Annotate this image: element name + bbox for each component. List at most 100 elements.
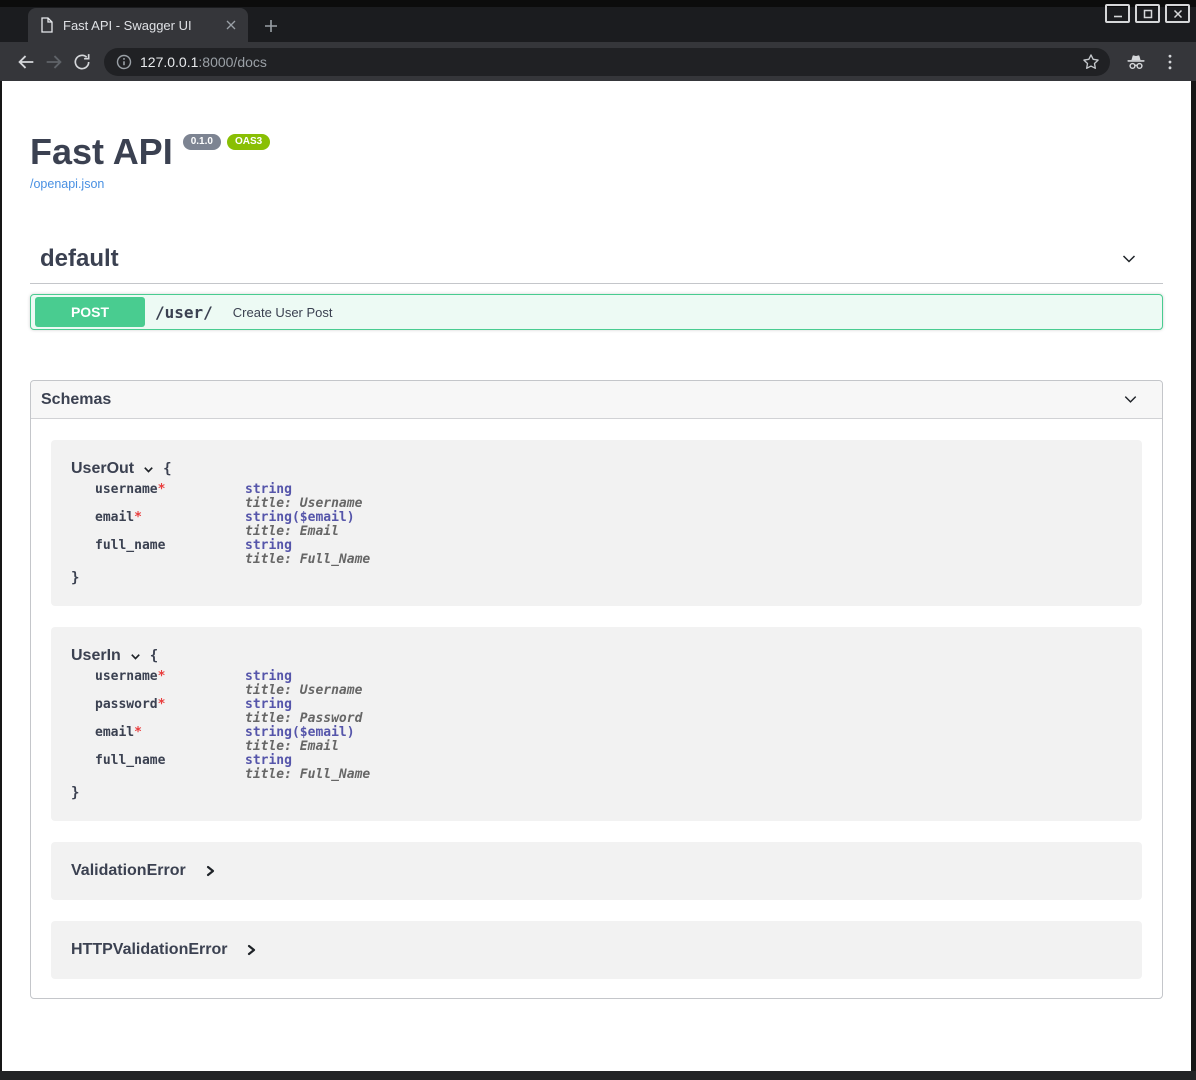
url-path: :8000/docs bbox=[198, 54, 267, 70]
model-httpvalidationerror[interactable]: HTTPValidationError bbox=[51, 921, 1142, 979]
property-row: full_name string title: Full_Name bbox=[95, 754, 1122, 782]
bookmark-star-button[interactable] bbox=[1078, 49, 1104, 75]
brace-close: } bbox=[71, 570, 1122, 586]
property-title: title: Full_Name bbox=[245, 553, 370, 567]
property-name: password* bbox=[95, 698, 245, 726]
reload-button[interactable] bbox=[68, 48, 96, 76]
property-title: title: Password bbox=[245, 712, 362, 726]
property-name: username* bbox=[95, 670, 245, 698]
tab-strip: Fast API - Swagger UI bbox=[0, 0, 1196, 42]
property-title: title: Full_Name bbox=[245, 768, 370, 782]
url-host: 127.0.0.1 bbox=[140, 54, 198, 70]
property-info: string title: Username bbox=[245, 670, 362, 698]
maximize-icon bbox=[1142, 8, 1154, 20]
model-title: ValidationError bbox=[71, 862, 186, 880]
property-type: string bbox=[245, 698, 362, 712]
property-row: username* string title: Username bbox=[95, 483, 1122, 511]
openapi-spec-link[interactable]: /openapi.json bbox=[30, 177, 104, 191]
page-document-icon bbox=[40, 17, 54, 33]
operation-path: /user/ bbox=[155, 303, 213, 322]
property-name: email* bbox=[95, 511, 245, 539]
http-method-badge: POST bbox=[35, 297, 145, 327]
property-row: email* string($email) title: Email bbox=[95, 726, 1122, 754]
schemas-title: Schemas bbox=[41, 391, 111, 409]
property-type: string bbox=[245, 754, 370, 768]
property-name: username* bbox=[95, 483, 245, 511]
property-title: title: Email bbox=[245, 740, 355, 754]
incognito-badge bbox=[1122, 48, 1150, 76]
toolbar-right-icons bbox=[1122, 48, 1184, 76]
chevron-right-icon bbox=[204, 865, 216, 877]
forward-button[interactable] bbox=[40, 48, 68, 76]
property-type: string($email) bbox=[245, 511, 355, 525]
property-info: string($email) title: Email bbox=[245, 726, 355, 754]
api-title: Fast API bbox=[30, 131, 173, 173]
model-userout: UserOut { username* string ti bbox=[51, 440, 1142, 606]
required-star: * bbox=[158, 669, 166, 684]
browser-window: Fast API - Swagger UI bbox=[0, 0, 1196, 1080]
model-validationerror[interactable]: ValidationError bbox=[51, 842, 1142, 900]
address-bar[interactable]: 127.0.0.1:8000/docs bbox=[104, 48, 1110, 76]
site-info-icon bbox=[116, 54, 132, 70]
browser-toolbar: 127.0.0.1:8000/docs bbox=[0, 42, 1196, 81]
property-info: string title: Full_Name bbox=[245, 539, 370, 567]
incognito-icon bbox=[1125, 51, 1147, 73]
operation-summary: Create User Post bbox=[233, 305, 333, 320]
oas-badge: OAS3 bbox=[227, 134, 270, 150]
brace-open: { bbox=[163, 461, 171, 477]
browser-menu-button[interactable] bbox=[1156, 48, 1184, 76]
browser-tab[interactable]: Fast API - Swagger UI bbox=[28, 8, 248, 42]
api-info: Fast API 0.1.0 OAS3 /openapi.json bbox=[30, 131, 1163, 193]
property-type: string bbox=[245, 670, 362, 684]
close-icon bbox=[226, 20, 236, 30]
property-type: string bbox=[245, 483, 362, 497]
reload-icon bbox=[72, 52, 92, 72]
url-text: 127.0.0.1:8000/docs bbox=[140, 54, 267, 70]
property-title: title: Username bbox=[245, 684, 362, 698]
model-toggle[interactable]: UserIn { bbox=[71, 647, 1122, 665]
tab-close-button[interactable] bbox=[222, 16, 240, 34]
property-row: username* string title: Username bbox=[95, 670, 1122, 698]
window-controls bbox=[1105, 4, 1190, 23]
minimize-button[interactable] bbox=[1105, 4, 1130, 23]
chevron-down-icon bbox=[142, 463, 155, 476]
new-tab-button[interactable] bbox=[260, 15, 282, 37]
star-icon bbox=[1081, 52, 1101, 72]
property-row: email* string($email) title: Email bbox=[95, 511, 1122, 539]
required-star: * bbox=[134, 510, 142, 525]
property-type: string bbox=[245, 539, 370, 553]
required-star: * bbox=[158, 697, 166, 712]
back-arrow-icon bbox=[15, 51, 37, 73]
model-userin: UserIn { username* string tit bbox=[51, 627, 1142, 821]
plus-icon bbox=[264, 19, 278, 33]
forward-arrow-icon bbox=[43, 51, 65, 73]
chevron-right-icon bbox=[245, 944, 257, 956]
required-star: * bbox=[134, 725, 142, 740]
brace-close: } bbox=[71, 785, 1122, 801]
required-star: * bbox=[158, 482, 166, 497]
property-title: title: Email bbox=[245, 525, 355, 539]
kebab-menu-icon bbox=[1160, 52, 1180, 72]
chevron-down-icon[interactable] bbox=[1119, 249, 1139, 269]
model-toggle[interactable]: UserOut { bbox=[71, 460, 1122, 478]
maximize-button[interactable] bbox=[1135, 4, 1160, 23]
back-button[interactable] bbox=[12, 48, 40, 76]
close-icon bbox=[1172, 8, 1184, 20]
page-content: Fast API 0.1.0 OAS3 /openapi.json defaul… bbox=[0, 81, 1196, 1071]
chevron-down-icon[interactable] bbox=[1121, 390, 1140, 409]
operation-post-user[interactable]: POST /user/ Create User Post bbox=[30, 294, 1163, 330]
model-title: HTTPValidationError bbox=[71, 941, 227, 959]
schemas-section: Schemas UserOut { bbox=[30, 380, 1163, 999]
close-window-button[interactable] bbox=[1165, 4, 1190, 23]
property-row: password* string title: Password bbox=[95, 698, 1122, 726]
property-name: full_name bbox=[95, 539, 245, 567]
api-badges: 0.1.0 OAS3 bbox=[183, 134, 270, 150]
tag-section-header[interactable]: default bbox=[30, 245, 1163, 284]
model-title: UserIn bbox=[71, 647, 121, 665]
version-badge: 0.1.0 bbox=[183, 134, 221, 150]
property-info: string title: Password bbox=[245, 698, 362, 726]
schemas-header[interactable]: Schemas bbox=[31, 381, 1162, 419]
tab-title: Fast API - Swagger UI bbox=[63, 18, 222, 33]
property-info: string title: Full_Name bbox=[245, 754, 370, 782]
property-info: string title: Username bbox=[245, 483, 362, 511]
